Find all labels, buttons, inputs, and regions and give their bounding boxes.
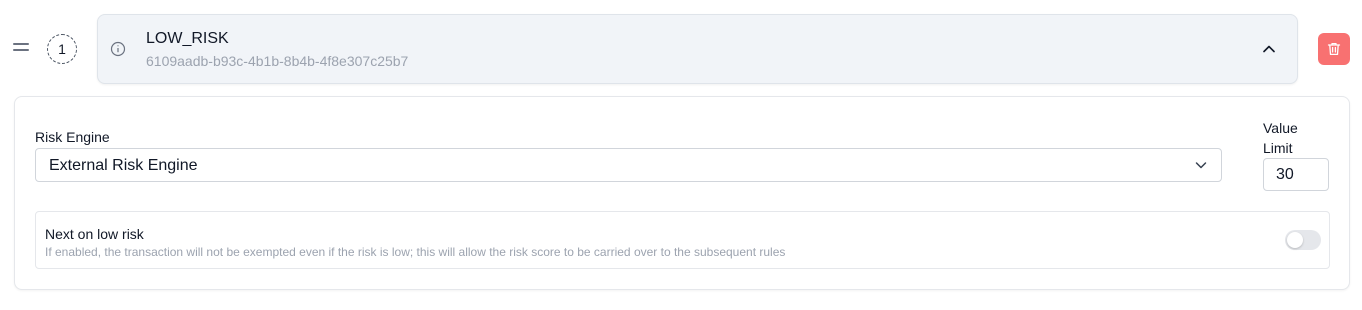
value-limit-input[interactable] bbox=[1263, 158, 1329, 191]
toggle-knob bbox=[1287, 232, 1303, 248]
rule-header[interactable]: LOW_RISK 6109aadb-b93c-4b1b-8b4b-4f8e307… bbox=[97, 14, 1298, 84]
chevron-up-icon[interactable] bbox=[1259, 39, 1279, 59]
rule-id: 6109aadb-b93c-4b1b-8b4b-4f8e307c25b7 bbox=[146, 53, 409, 69]
next-on-low-risk-card: Next on low risk If enabled, the transac… bbox=[35, 211, 1330, 269]
info-icon bbox=[110, 41, 126, 57]
next-on-low-risk-toggle[interactable] bbox=[1285, 230, 1321, 250]
next-on-low-risk-title: Next on low risk bbox=[45, 226, 144, 242]
trash-icon bbox=[1327, 42, 1341, 56]
rule-order-number: 1 bbox=[58, 41, 66, 57]
rule-order-badge: 1 bbox=[47, 34, 77, 64]
risk-engine-selected-value: External Risk Engine bbox=[49, 157, 198, 174]
value-limit-label: Value Limit bbox=[1263, 120, 1298, 156]
delete-rule-button[interactable] bbox=[1318, 33, 1350, 65]
next-on-low-risk-description: If enabled, the transaction will not be … bbox=[45, 245, 786, 259]
chevron-down-icon bbox=[1195, 162, 1207, 169]
risk-engine-label: Risk Engine bbox=[35, 129, 110, 145]
risk-engine-select[interactable]: External Risk Engine bbox=[35, 148, 1222, 182]
rule-details-panel: Risk Engine External Risk Engine Value L… bbox=[14, 96, 1350, 290]
rule-name: LOW_RISK bbox=[146, 30, 229, 47]
drag-handle-icon[interactable] bbox=[13, 43, 29, 53]
